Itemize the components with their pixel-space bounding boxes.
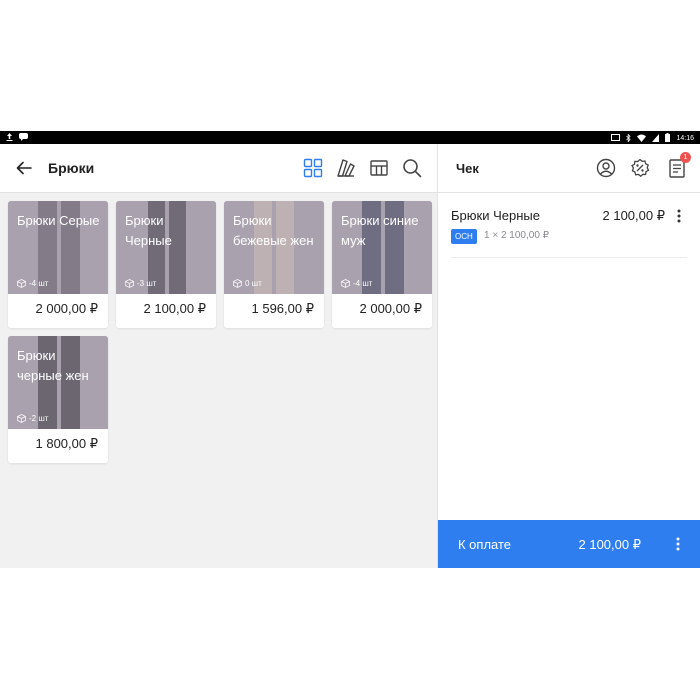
tax-tag-badge: ОСН [451,229,477,244]
product-name: Брюки синие муж [341,213,419,248]
stock-label: -4 шт [29,279,49,288]
message-icon [19,133,28,143]
product-card[interactable]: Брюки Серые -4 шт 2 000,00 ₽ [8,201,108,328]
user-circle-icon [596,158,616,178]
pay-button[interactable]: К оплате 2 100,00 ₽ [438,520,700,568]
product-stock: -4 шт [341,279,372,288]
catalog-header: Брюки [0,144,437,193]
table-view-button[interactable] [368,157,390,179]
product-name: Брюки Черные [125,213,172,248]
grid-view-button[interactable] [302,157,324,179]
notification-badge: 1 [680,152,691,163]
product-card[interactable]: Брюки Черные -3 шт 2 100,00 ₽ [116,201,216,328]
product-price: 2 000,00 ₽ [35,301,99,316]
no-sim-icon [652,133,660,144]
pay-options-button[interactable] [673,534,683,554]
product-image: Брюки Серые -4 шт [8,201,108,294]
product-image: Брюки Черные -3 шт [116,201,216,294]
product-price: 1 800,00 ₽ [35,436,99,451]
cast-icon [611,133,621,144]
product-stock: -4 шт [17,279,48,288]
receipt-header: Чек 1 [438,144,700,193]
product-name: Брюки черные жен [17,348,89,383]
receipts-button[interactable]: 1 [666,152,691,179]
product-image: Брюки синие муж -4 шт [332,201,432,294]
line-item-price: 2 100,00 ₽ [602,208,666,223]
grid-view-icon [303,158,323,178]
product-card[interactable]: Брюки синие муж -4 шт 2 000,00 ₽ [332,201,432,328]
discount-button[interactable] [629,157,651,179]
search-icon [403,159,422,178]
customer-button[interactable] [595,157,617,179]
product-price: 2 000,00 ₽ [359,301,423,316]
discount-icon [631,158,650,177]
line-item-name: Брюки Черные [451,208,540,223]
back-button[interactable] [12,156,36,180]
page-title: Брюки [48,160,95,176]
swatch-icon [337,159,355,177]
line-item-menu-button[interactable] [673,206,685,226]
product-price: 2 100,00 ₽ [143,301,207,316]
wifi-icon [637,134,647,144]
stock-label: 0 шт [245,279,262,288]
box-icon [233,279,242,288]
table-icon [370,160,388,176]
pay-label: К оплате [458,537,512,552]
product-stock: 0 шт [233,279,262,288]
catalog-panel: Брюки Брюки Серые -4 шт 2 000,00 ₽ Брюки… [0,144,437,568]
stock-label: -3 шт [137,279,157,288]
pay-amount: 2 100,00 ₽ [578,537,642,552]
line-item-quantity: 1 × 2 100,00 ₽ [484,230,550,241]
receipt-line-item[interactable]: Брюки Черные 2 100,00 ₽ ОСН 1 × 2 100,00… [451,202,687,258]
product-name: Брюки бежевые жен [233,213,314,248]
product-stock: -2 шт [17,414,48,423]
box-icon [17,279,26,288]
app-window: 14:16 Брюки Брюки Серые -4 шт 2 000,00 ₽… [0,131,700,568]
search-button[interactable] [401,157,423,179]
bluetooth-icon [626,132,632,144]
status-time: 14:16 [676,135,694,142]
receipt-panel: Чек 1 Брюки Черные 2 100,00 ₽ ОСН 1 × 2 … [437,144,700,568]
upload-icon [6,133,13,143]
product-card[interactable]: Брюки бежевые жен 0 шт 1 596,00 ₽ [224,201,324,328]
product-image: Брюки бежевые жен 0 шт [224,201,324,294]
product-card[interactable]: Брюки черные жен -2 шт 1 800,00 ₽ [8,336,108,463]
box-icon [125,279,134,288]
product-name: Брюки Серые [17,213,100,228]
product-image: Брюки черные жен -2 шт [8,336,108,429]
more-vertical-icon [677,209,681,223]
product-stock: -3 шт [125,279,156,288]
palette-button[interactable] [335,157,357,179]
status-bar: 14:16 [0,131,700,144]
box-icon [341,279,350,288]
product-price: 1 596,00 ₽ [251,301,315,316]
box-icon [17,414,26,423]
stock-label: -4 шт [353,279,373,288]
receipt-title: Чек [456,161,479,176]
battery-icon [665,133,671,144]
more-vertical-icon [676,537,680,551]
stock-label: -2 шт [29,414,49,423]
arrow-left-icon [16,161,32,175]
